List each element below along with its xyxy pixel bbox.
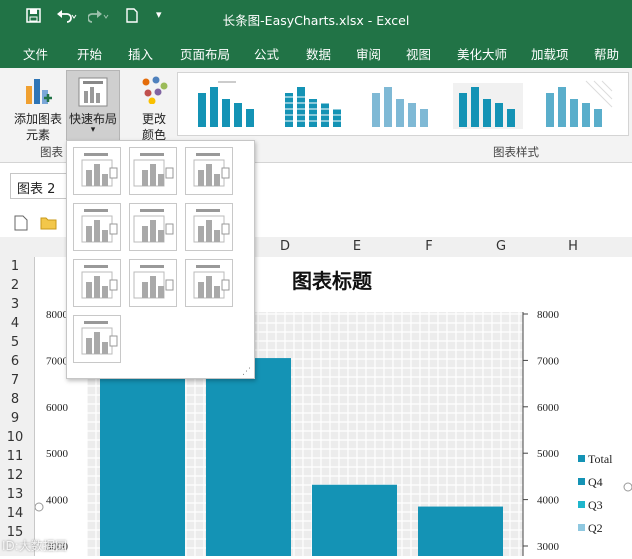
- name-box-value: 图表 2: [17, 182, 56, 197]
- column-header-f[interactable]: F: [394, 239, 464, 254]
- add-chart-element-icon: [24, 76, 52, 109]
- chart-style-2[interactable]: [275, 79, 353, 131]
- tab-addins[interactable]: 加载项: [531, 44, 569, 63]
- y-tick-label-right: 4000: [537, 495, 560, 507]
- legend-label: Q2: [588, 521, 603, 535]
- row-header-item[interactable]: 8: [0, 392, 30, 407]
- resize-grip-icon[interactable]: ⋰: [242, 367, 251, 377]
- legend-label: Q3: [588, 498, 603, 512]
- tab-file[interactable]: 文件: [23, 44, 48, 63]
- layout-option-1[interactable]: [73, 147, 121, 195]
- layout-option-7[interactable]: [73, 259, 121, 307]
- layout-option-6[interactable]: [185, 203, 233, 251]
- chart-style-5[interactable]: [536, 79, 614, 131]
- tab-home[interactable]: 开始: [77, 44, 102, 63]
- layout-option-4[interactable]: [73, 203, 121, 251]
- column-header-e[interactable]: E: [322, 239, 392, 254]
- tab-insert[interactable]: 插入: [128, 44, 153, 63]
- quick-layout-button[interactable]: 快速布局 ▾: [66, 70, 120, 144]
- y-tick-label-right: 8000: [537, 309, 560, 321]
- chart-resize-handle[interactable]: [34, 502, 44, 512]
- legend-label: Q4: [588, 475, 603, 489]
- add-chart-element-line2: 元素: [25, 128, 50, 142]
- row-header: 1 2 3 4 5 6 7 8 9 10 11 12 13 14 15: [0, 257, 35, 556]
- legend-swatch: [578, 501, 585, 508]
- add-chart-element-button[interactable]: 添加图表 元素: [8, 70, 68, 142]
- window-title: 长条图-EasyCharts.xlsx - Excel: [222, 13, 410, 28]
- row-header-item[interactable]: 10: [0, 430, 30, 445]
- legend-label: Total: [588, 452, 613, 466]
- ribbon-tabs: 文件 开始 插入 页面布局 公式 数据 审阅 视图 美化大师 加载项 帮助: [0, 36, 632, 68]
- column-header-g[interactable]: G: [466, 239, 536, 254]
- layout-option-3[interactable]: [185, 147, 233, 195]
- folder-icon[interactable]: [40, 216, 57, 233]
- tab-data[interactable]: 数据: [306, 44, 331, 63]
- row-header-item[interactable]: 14: [0, 506, 30, 521]
- name-box[interactable]: 图表 2: [10, 173, 72, 199]
- row-header-item[interactable]: 7: [0, 373, 30, 388]
- row-header-item[interactable]: 4: [0, 316, 30, 331]
- tab-view[interactable]: 视图: [406, 44, 431, 63]
- chart-style-3[interactable]: [362, 79, 440, 131]
- legend-swatch: [578, 524, 585, 531]
- bar: [418, 506, 503, 556]
- legend-swatch: [578, 455, 585, 462]
- row-header-item[interactable]: 6: [0, 354, 30, 369]
- bar: [206, 358, 291, 556]
- y-tick-label-right: 3000: [537, 541, 560, 553]
- chart-styles-gallery: [177, 72, 629, 136]
- column-header-d[interactable]: D: [250, 239, 320, 254]
- y-tick-label-left: 6000: [46, 402, 69, 414]
- layout-option-9[interactable]: [185, 259, 233, 307]
- layout-option-5[interactable]: [129, 203, 177, 251]
- tab-formulas[interactable]: 公式: [254, 44, 279, 63]
- change-colors-line1: 更改: [141, 112, 166, 126]
- bar: [312, 484, 397, 556]
- row-header-item[interactable]: 9: [0, 411, 30, 426]
- row-header-item[interactable]: 2: [0, 278, 30, 293]
- row-header-item[interactable]: 1: [0, 259, 30, 274]
- watermark: ID:大数据园: [2, 539, 67, 553]
- chart-style-4[interactable]: [449, 79, 527, 131]
- row-header-item[interactable]: 12: [0, 468, 30, 483]
- y-tick-label-right: 6000: [537, 402, 560, 414]
- row-header-item[interactable]: 5: [0, 335, 30, 350]
- row-header-item[interactable]: 3: [0, 297, 30, 312]
- chart-title[interactable]: 图表标题: [292, 269, 373, 293]
- change-colors-button[interactable]: 更改 颜色: [132, 70, 176, 142]
- tab-beautify[interactable]: 美化大师: [457, 44, 507, 63]
- y-tick-label-left: 5000: [46, 448, 69, 460]
- row-header-item[interactable]: 11: [0, 449, 30, 464]
- add-chart-element-line1: 添加图表: [13, 112, 62, 126]
- layout-option-8[interactable]: [129, 259, 177, 307]
- bar: [100, 378, 185, 556]
- layout-option-2[interactable]: [129, 147, 177, 195]
- row-header-item[interactable]: 13: [0, 487, 30, 502]
- new-file-icon[interactable]: [14, 215, 28, 234]
- tab-page-layout[interactable]: 页面布局: [180, 44, 230, 63]
- palette-icon: [140, 76, 168, 107]
- legend-swatch: [578, 478, 585, 485]
- y-tick-label-left: 4000: [46, 495, 69, 507]
- layout-option-10[interactable]: [73, 315, 121, 363]
- y-tick-label-right: 7000: [537, 355, 560, 367]
- quick-layout-chevron-icon: ▾: [90, 125, 96, 135]
- chart-style-1[interactable]: [188, 79, 266, 131]
- quick-layout-menu: ⋰: [66, 140, 255, 379]
- chart-resize-handle[interactable]: [623, 482, 632, 492]
- chart-styles-group-label: 图表样式: [493, 145, 539, 159]
- tab-review[interactable]: 审阅: [356, 44, 381, 63]
- title-bar: ▾ 长条图-EasyCharts.xlsx - Excel: [0, 0, 632, 36]
- chart-legend: Total Q4 Q3 Q2: [578, 452, 613, 535]
- column-header-h[interactable]: H: [538, 239, 608, 254]
- y-tick-label-right: 5000: [537, 448, 560, 460]
- chart-layouts-group-label: 图表: [40, 145, 63, 159]
- quick-layout-icon: [78, 77, 108, 110]
- tab-help[interactable]: 帮助: [594, 44, 619, 63]
